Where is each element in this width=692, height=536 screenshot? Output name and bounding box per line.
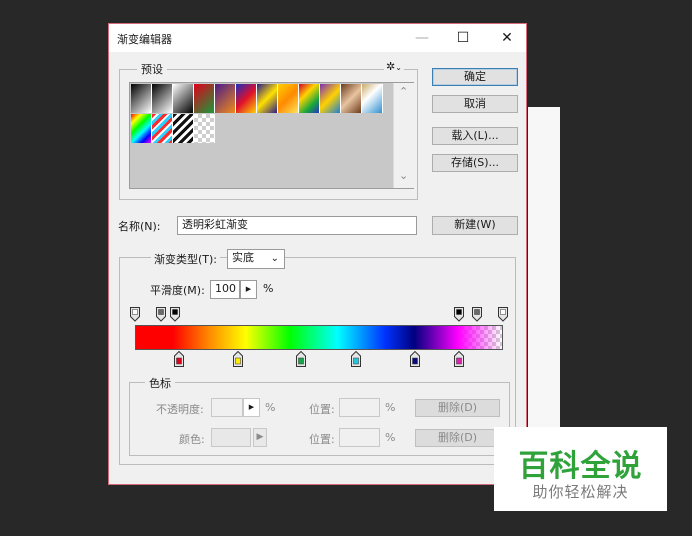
color-picker-arrow-icon[interactable]: ▶ xyxy=(253,428,267,447)
maximize-icon[interactable]: ☐ xyxy=(450,28,476,48)
opacity-stop[interactable] xyxy=(170,307,181,325)
preset-swatch[interactable] xyxy=(362,84,383,113)
preset-swatch[interactable] xyxy=(341,84,362,113)
color-position-label: 位置: xyxy=(309,433,335,446)
color-position-input[interactable] xyxy=(339,428,380,447)
minimize-icon[interactable]: — xyxy=(409,28,435,48)
opacity-stop[interactable] xyxy=(453,307,464,325)
gradient-editor-dialog: 渐变编辑器 — ☐ ✕ 预设 ✲⌄ ⌃ ⌄ 确定 取消 载入(L)... 存储(… xyxy=(108,23,527,485)
opacity-stops-row xyxy=(130,307,508,325)
preset-swatch[interactable] xyxy=(131,84,152,113)
watermark-box: 百科全说 助你轻松解决 xyxy=(494,427,667,511)
preset-scrollbar[interactable]: ⌃ ⌄ xyxy=(393,83,414,188)
gradient-type-select[interactable]: 实底 ⌄ xyxy=(227,249,285,269)
preset-swatch[interactable] xyxy=(152,114,173,143)
scroll-up-icon[interactable]: ⌃ xyxy=(399,85,408,98)
save-button[interactable]: 存储(S)... xyxy=(432,154,518,172)
preset-swatch[interactable] xyxy=(173,84,194,113)
color-stop[interactable] xyxy=(350,350,361,370)
opacity-position-unit: % xyxy=(385,401,396,414)
title-bar: 渐变编辑器 — ☐ ✕ xyxy=(109,24,526,52)
preset-swatch[interactable] xyxy=(320,84,341,113)
gradient-bar[interactable] xyxy=(136,326,502,349)
close-icon[interactable]: ✕ xyxy=(494,28,520,48)
name-input[interactable]: 透明彩虹渐变 xyxy=(177,216,417,235)
preset-swatch[interactable] xyxy=(194,114,215,143)
scroll-down-icon[interactable]: ⌄ xyxy=(399,169,408,182)
gradient-bar-checker xyxy=(135,325,503,350)
opacity-input[interactable] xyxy=(211,398,243,417)
name-label: 名称(N): xyxy=(118,220,161,233)
opacity-stop[interactable] xyxy=(155,307,166,325)
opacity-unit: % xyxy=(265,401,276,414)
smoothness-input[interactable]: 100 xyxy=(210,280,240,299)
delete-opacity-stop-button[interactable]: 删除(D) xyxy=(415,399,500,417)
preset-swatch[interactable] xyxy=(152,84,173,113)
color-stops-row xyxy=(135,350,503,370)
load-button[interactable]: 载入(L)... xyxy=(432,127,518,145)
color-stop[interactable] xyxy=(409,350,420,370)
opacity-label: 不透明度: xyxy=(156,403,204,416)
smoothness-label: 平滑度(M): xyxy=(150,284,205,297)
gradient-type-label: 渐变类型(T): xyxy=(151,251,221,267)
preset-list: ⌃ ⌄ xyxy=(129,82,414,189)
opacity-stop[interactable] xyxy=(130,307,140,325)
preset-swatch[interactable] xyxy=(257,84,278,113)
preset-swatch[interactable] xyxy=(236,84,257,113)
gradient-type-value: 实底 xyxy=(232,251,254,264)
color-stop-legend: 色标 xyxy=(145,375,175,391)
new-button[interactable]: 新建(W) xyxy=(432,216,518,235)
window-title: 渐变编辑器 xyxy=(117,33,172,46)
color-swatch[interactable] xyxy=(211,428,251,447)
color-stop[interactable] xyxy=(453,350,464,370)
watermark-subtitle: 助你轻松解决 xyxy=(532,483,629,501)
color-stop[interactable] xyxy=(174,350,185,370)
gear-icon[interactable]: ✲⌄ xyxy=(384,60,404,73)
ok-button[interactable]: 确定 xyxy=(432,68,518,86)
color-stop[interactable] xyxy=(233,350,244,370)
opacity-stop[interactable] xyxy=(498,307,508,325)
background-panel xyxy=(528,107,560,437)
smoothness-unit: % xyxy=(263,282,274,295)
presets-legend: 预设 xyxy=(137,61,167,77)
color-position-unit: % xyxy=(385,431,396,444)
preset-swatch[interactable] xyxy=(278,84,299,113)
smoothness-stepper-icon[interactable]: ▶ xyxy=(240,280,257,299)
watermark-title: 百科全说 xyxy=(518,449,643,484)
opacity-position-input[interactable] xyxy=(339,398,380,417)
color-label: 颜色: xyxy=(179,433,205,446)
opacity-stop[interactable] xyxy=(472,307,483,325)
opacity-stepper-icon[interactable]: ▶ xyxy=(243,398,260,417)
opacity-position-label: 位置: xyxy=(309,403,335,416)
chevron-down-icon: ⌄ xyxy=(270,253,279,264)
preset-swatch[interactable] xyxy=(131,114,152,143)
preset-swatch[interactable] xyxy=(173,114,194,143)
preset-swatch[interactable] xyxy=(194,84,215,113)
cancel-button[interactable]: 取消 xyxy=(432,95,518,113)
preset-swatch[interactable] xyxy=(299,84,320,113)
preset-swatch[interactable] xyxy=(215,84,236,113)
delete-color-stop-button[interactable]: 删除(D) xyxy=(415,429,500,447)
color-stop[interactable] xyxy=(295,350,306,370)
